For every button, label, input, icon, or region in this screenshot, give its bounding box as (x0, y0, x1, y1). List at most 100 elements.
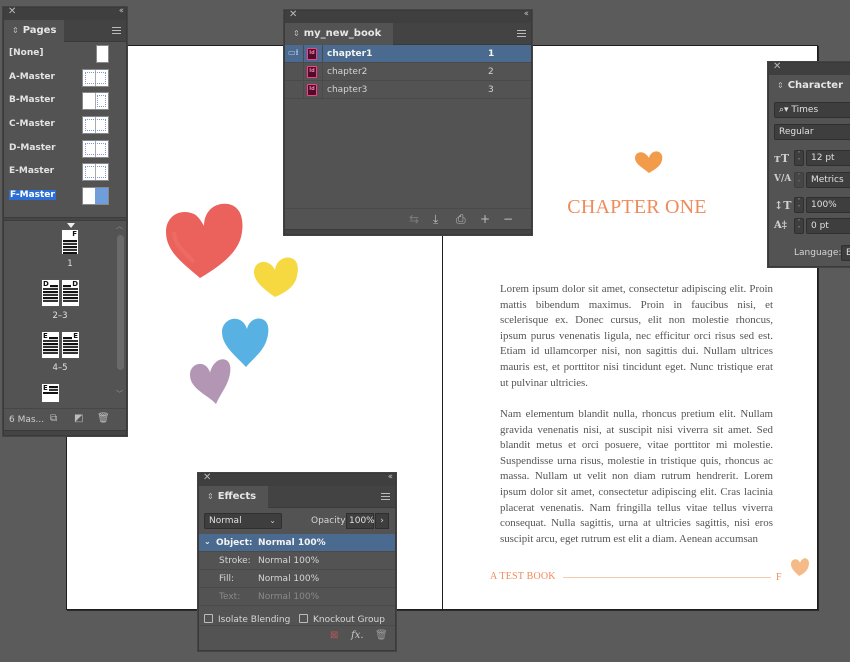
vertical-scale-field[interactable]: 100% (806, 197, 850, 213)
isolate-blending-checkbox[interactable]: Isolate Blending (204, 614, 290, 625)
close-icon[interactable]: ✕ (289, 9, 297, 20)
master-label: A-Master (9, 71, 55, 82)
body-paragraph[interactable]: Lorem ipsum dolor sit amet, consectetur … (500, 282, 773, 391)
book-document-row[interactable]: Id chapter3 3 (285, 81, 531, 99)
page-thumbnail[interactable]: E (41, 330, 60, 359)
footer-page-marker[interactable]: F (776, 572, 782, 583)
language-label: Language: (794, 248, 842, 258)
book-panel: ✕ ‹‹ ⇕ my_new_book ▭⁞ Id chapter1 1 Id ch… (284, 9, 532, 235)
language-select[interactable]: En (841, 245, 850, 261)
updown-icon: ⇕ (12, 26, 19, 35)
style-source-icon[interactable]: ▭⁞ (288, 48, 299, 57)
collapse-icon[interactable]: ‹‹ (524, 9, 529, 19)
panel-menu-icon[interactable] (381, 493, 390, 500)
page-thumbnail[interactable]: E (41, 382, 60, 403)
footer-book-title[interactable]: A TEST BOOK (490, 571, 556, 582)
panel-titlebar[interactable]: ✕ ‹‹ (285, 9, 531, 23)
footer-rule (563, 577, 771, 578)
tab-pages[interactable]: ⇕ Pages (4, 20, 65, 42)
master-item-d[interactable]: D-Master (4, 137, 126, 161)
master-item-c[interactable]: C-Master (4, 113, 126, 137)
remove-document-icon[interactable]: − (503, 212, 513, 226)
panel-resize-grip[interactable] (4, 430, 126, 435)
footer-heart-image[interactable] (790, 557, 810, 577)
panel-titlebar[interactable]: ✕ ‹‹ (4, 6, 126, 20)
kerning-field[interactable]: Metrics (806, 172, 850, 188)
panel-resize-grip[interactable] (285, 229, 531, 234)
baseline-shift-field[interactable]: 0 pt (806, 218, 850, 234)
panel-titlebar[interactable]: ✕ ‹‹ (199, 472, 395, 486)
yellow-heart-image[interactable] (253, 256, 299, 298)
opacity-field[interactable]: 100% (346, 513, 375, 529)
panel-menu-icon[interactable] (112, 27, 121, 34)
baseline-shift-stepper[interactable]: ˄ ˅ (794, 218, 804, 234)
tab-character[interactable]: ⇕ Character (769, 75, 850, 97)
opacity-label: Opacity: (311, 516, 348, 526)
page-thumbnail[interactable]: D (61, 278, 80, 307)
collapse-icon[interactable]: ‹‹ (388, 472, 393, 482)
font-size-stepper[interactable]: ˄ ˅ (794, 150, 804, 166)
font-size-icon: ᴛT (774, 152, 790, 165)
page-thumbnail[interactable]: D (41, 278, 60, 307)
scroll-down-icon[interactable]: ﹀ (116, 389, 123, 399)
font-style-field[interactable]: Regular (774, 124, 850, 140)
collapse-icon[interactable]: ‹‹ (119, 6, 124, 16)
purple-heart-image[interactable] (188, 357, 232, 405)
close-icon[interactable]: ✕ (8, 6, 16, 17)
save-book-icon[interactable]: ⤓ (433, 212, 438, 227)
clear-effects-icon[interactable]: ⊠ (330, 630, 338, 641)
master-item-f[interactable]: F-Master (4, 184, 126, 208)
font-family-field[interactable]: ⌕▾ Times (774, 102, 850, 118)
vertical-scale-stepper[interactable]: ˄ ˅ (794, 197, 804, 213)
master-item-none[interactable]: [None] (4, 42, 126, 66)
master-thumbnail (82, 68, 109, 87)
scrollbar-thumb[interactable] (117, 234, 124, 370)
new-page-icon[interactable]: ◩ (74, 413, 83, 424)
effects-row-stroke[interactable]: Stroke: Normal 100% (199, 552, 395, 570)
page-thumbnail[interactable]: F (61, 228, 79, 255)
updown-icon: ⇕ (293, 29, 300, 38)
master-label: [None] (9, 48, 44, 58)
blend-mode-select[interactable]: Normal ⌄ (204, 513, 282, 529)
pages-scrollbar[interactable]: ︿ ﹀ (116, 221, 124, 401)
master-item-b[interactable]: B-Master (4, 89, 126, 113)
delete-page-icon[interactable]: 🗑 (97, 413, 110, 424)
document-name: chapter1 (327, 49, 373, 59)
character-panel: ✕ ⇕ Character ⌕▾ Times Regular ᴛT ˄ ˅ 12 p… (768, 61, 850, 267)
indesign-file-icon: Id (307, 48, 317, 60)
close-icon[interactable]: ✕ (773, 61, 781, 72)
master-item-e[interactable]: E-Master (4, 160, 126, 184)
opacity-slider-button[interactable]: › (375, 513, 389, 529)
knockout-group-checkbox[interactable]: Knockout Group (299, 614, 385, 625)
master-label: E-Master (9, 166, 55, 177)
synchronize-icon[interactable]: ⇆ (409, 212, 419, 226)
master-label: D-Master (9, 142, 56, 153)
page-master-letter: D (42, 279, 50, 288)
effects-row-object[interactable]: ⌄ Object: Normal 100% (199, 534, 395, 552)
book-document-row[interactable]: Id chapter2 2 (285, 63, 531, 81)
font-size-field[interactable]: 12 pt (806, 150, 850, 166)
print-book-icon[interactable]: ⎙ (456, 212, 466, 227)
add-document-icon[interactable]: + (480, 212, 490, 226)
red-heart-image[interactable] (164, 202, 246, 280)
panel-menu-icon[interactable] (517, 30, 526, 37)
effects-row-fill[interactable]: Fill: Normal 100% (199, 570, 395, 588)
kerning-stepper[interactable]: ˄ ˅ (794, 172, 804, 188)
delete-effect-icon[interactable]: 🗑 (375, 630, 388, 641)
tab-effects[interactable]: ⇕ Effects (199, 486, 269, 508)
body-paragraph[interactable]: Nam elementum blandit nulla, rhoncus pre… (500, 407, 773, 547)
chevron-down-icon[interactable]: ⌄ (204, 537, 211, 546)
book-document-list: ▭⁞ Id chapter1 1 Id chapter2 2 Id chapte… (285, 45, 531, 207)
book-document-row[interactable]: ▭⁞ Id chapter1 1 (285, 45, 531, 63)
orange-heart-image[interactable] (634, 150, 664, 174)
master-item-a[interactable]: A-Master (4, 66, 126, 90)
edit-page-size-icon[interactable]: ⧉ (50, 413, 57, 424)
panel-titlebar[interactable]: ✕ (769, 61, 850, 75)
chapter-title[interactable]: CHAPTER ONE (537, 196, 737, 219)
tab-book[interactable]: ⇕ my_new_book (285, 23, 394, 45)
master-label: B-Master (9, 95, 55, 106)
scroll-up-icon[interactable]: ︿ (116, 221, 123, 231)
close-icon[interactable]: ✕ (203, 472, 211, 483)
page-thumbnail[interactable]: E (61, 330, 80, 359)
fx-icon[interactable]: fx. (351, 630, 364, 641)
